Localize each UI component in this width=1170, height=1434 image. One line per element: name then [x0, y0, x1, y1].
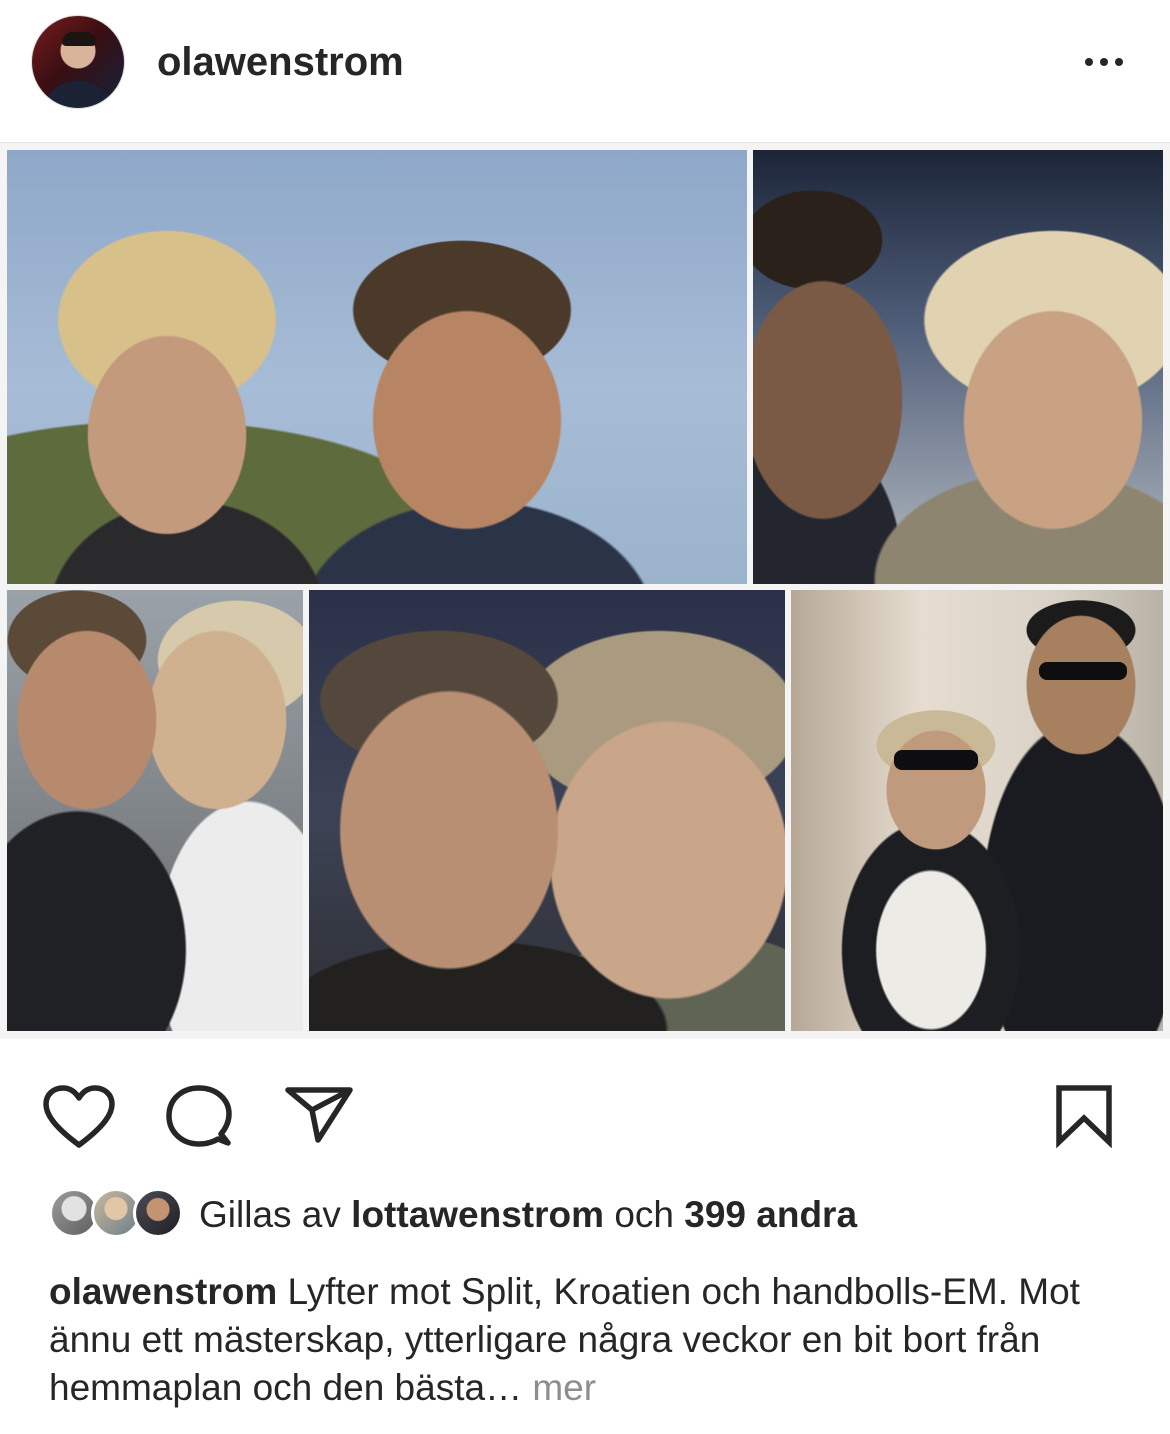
post-header: olawenstrom [0, 0, 1170, 143]
post-caption: olawenstrom Lyfter mot Split, Kroatien o… [49, 1268, 1139, 1412]
bookmark-icon[interactable] [1055, 1084, 1113, 1148]
likes-joiner: och [614, 1194, 674, 1235]
send-icon[interactable] [284, 1084, 354, 1144]
likes-row[interactable]: Gillas av lottawenstrom och 399 andra [49, 1188, 1149, 1244]
likes-text: Gillas av lottawenstrom och 399 andra [199, 1194, 857, 1236]
profile-avatar[interactable] [31, 15, 125, 109]
caption-username[interactable]: olawenstrom [49, 1271, 277, 1312]
collage-photo-2 [753, 150, 1163, 584]
heart-icon[interactable] [42, 1085, 116, 1149]
collage-photo-5 [791, 590, 1163, 1031]
collage-photo-1 [7, 150, 747, 584]
caption-more-link[interactable]: mer [532, 1367, 596, 1408]
comment-icon[interactable] [164, 1084, 234, 1150]
post-username[interactable]: olawenstrom [157, 40, 404, 85]
collage-photo-3 [7, 590, 303, 1031]
likes-prefix: Gillas av [199, 1194, 341, 1235]
action-bar [0, 1070, 1170, 1160]
collage-photo-4 [309, 590, 785, 1031]
likes-count[interactable]: 399 andra [684, 1194, 857, 1235]
ellipsis-icon[interactable] [1078, 44, 1130, 80]
liked-by-username[interactable]: lottawenstrom [351, 1194, 604, 1235]
liker-avatar [133, 1188, 183, 1238]
post-image[interactable] [0, 143, 1170, 1039]
